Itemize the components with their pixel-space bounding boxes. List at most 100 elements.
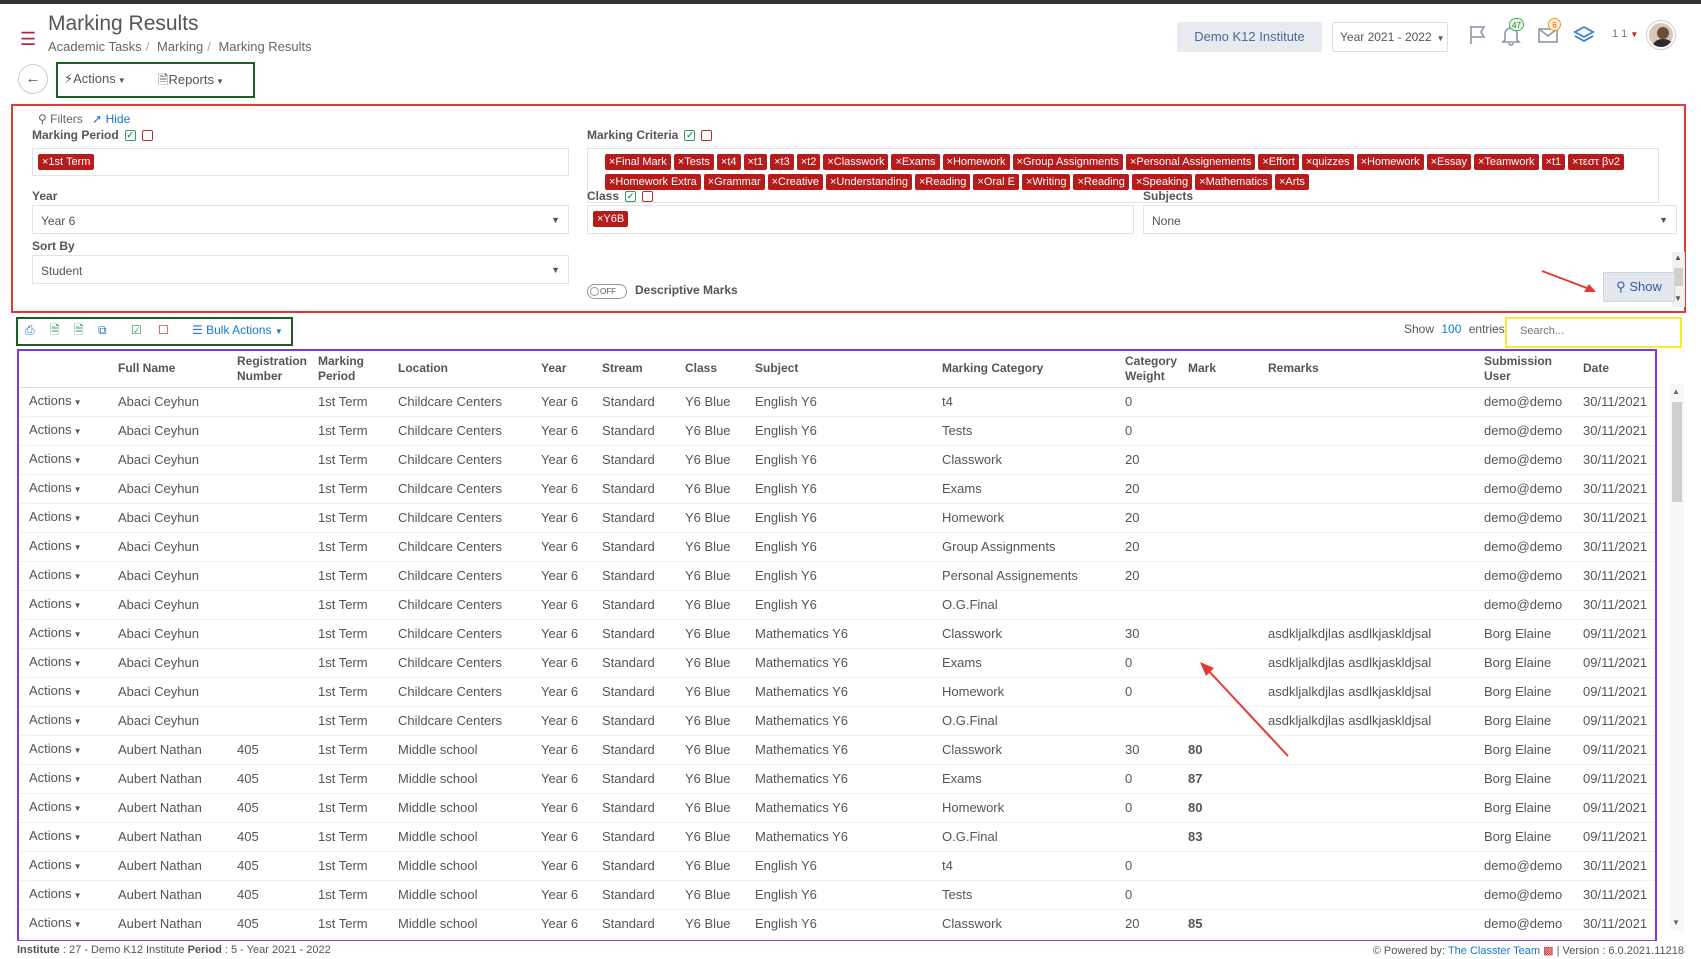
entries-count-select[interactable]: 100 xyxy=(1441,322,1461,336)
marking-period-tag[interactable]: ×1st Term xyxy=(38,154,95,170)
column-header[interactable] xyxy=(19,351,108,388)
marking-criteria-select[interactable]: ×Final Mark ×Tests ×t4 ×t1 ×t3 ×t2 ×Classwork ×… xyxy=(587,148,1659,203)
back-button[interactable]: ← xyxy=(18,64,48,94)
avatar[interactable] xyxy=(1647,21,1675,49)
select-all-checkbox[interactable]: ✓ xyxy=(124,130,136,142)
row-actions-button[interactable]: Actions▼ xyxy=(19,503,108,533)
row-actions-button[interactable]: Actions▼ xyxy=(19,387,108,417)
criteria-tag[interactable]: ×Understanding xyxy=(826,174,912,190)
criteria-tag[interactable]: ×Final Mark xyxy=(605,154,671,170)
criteria-tag[interactable]: ×quizzes xyxy=(1301,154,1354,170)
column-header[interactable]: Mark xyxy=(1178,351,1258,388)
select-all-checkbox[interactable]: ✓ xyxy=(625,191,637,203)
column-header[interactable]: Date xyxy=(1573,351,1655,388)
breadcrumb-item[interactable]: Academic Tasks xyxy=(48,39,142,54)
criteria-tag[interactable]: ×Tests xyxy=(673,154,714,170)
criteria-tag[interactable]: ×Homework Extra xyxy=(605,174,701,190)
column-header[interactable]: Remarks xyxy=(1258,351,1474,388)
column-header[interactable]: Registration Number xyxy=(227,351,308,388)
criteria-tag[interactable]: ×Group Assignments xyxy=(1012,154,1123,170)
column-header[interactable]: Location xyxy=(388,351,531,388)
criteria-tag[interactable]: ×Speaking xyxy=(1131,174,1193,190)
row-actions-button[interactable]: Actions▼ xyxy=(19,822,108,852)
criteria-tag[interactable]: ×Effort xyxy=(1258,154,1299,170)
row-actions-button[interactable]: Actions▼ xyxy=(19,590,108,620)
column-header[interactable]: Submission User xyxy=(1474,351,1573,388)
csv-icon[interactable]: 🗎︎ xyxy=(74,324,84,336)
print-icon[interactable]: ⎙ xyxy=(25,324,35,336)
row-actions-button[interactable]: Actions▼ xyxy=(19,416,108,446)
institute-button[interactable]: Demo K12 Institute xyxy=(1177,22,1322,52)
row-actions-button[interactable]: Actions▼ xyxy=(19,619,108,649)
criteria-tag[interactable]: ×Teamwork xyxy=(1473,154,1539,170)
table-search[interactable] xyxy=(1505,317,1682,348)
row-actions-button[interactable]: Actions▼ xyxy=(19,851,108,881)
show-button[interactable]: ⚲ Show xyxy=(1603,272,1675,302)
criteria-tag[interactable]: ×Writing xyxy=(1022,174,1071,190)
actions-button[interactable]: ⚡︎Actions ▼ xyxy=(64,71,126,87)
class-tag[interactable]: ×Y6B xyxy=(593,211,629,227)
classter-team-link[interactable]: The Classter Team xyxy=(1448,945,1540,957)
descriptive-marks-toggle[interactable]: OFF xyxy=(587,284,627,299)
year-select[interactable]: Year 6 ▼ xyxy=(32,205,569,234)
criteria-tag[interactable]: ×Mathematics xyxy=(1195,174,1272,190)
bulk-actions-button[interactable]: ☰ Bulk Actions ▼ xyxy=(192,324,283,336)
criteria-tag[interactable]: ×t3 xyxy=(770,154,794,170)
row-actions-button[interactable]: Actions▼ xyxy=(19,648,108,678)
criteria-tag[interactable]: ×Personal Assignements xyxy=(1125,154,1256,170)
sort-by-select[interactable]: Student ▼ xyxy=(32,255,569,284)
excel-icon[interactable]: 🗎︎ xyxy=(50,324,60,336)
uncheck-all-icon[interactable]: ☐ xyxy=(158,324,169,336)
criteria-tag[interactable]: ×Oral E xyxy=(973,174,1019,190)
subjects-select[interactable]: None ▼ xyxy=(1143,205,1677,234)
row-actions-button[interactable]: Actions▼ xyxy=(19,706,108,736)
copy-icon[interactable]: ⧉ xyxy=(98,324,107,336)
criteria-tag[interactable]: ×Grammar xyxy=(703,174,765,190)
criteria-tag[interactable]: ×τεστ βν2 xyxy=(1568,154,1624,170)
criteria-tag[interactable]: ×Homework xyxy=(942,154,1010,170)
search-input[interactable] xyxy=(1520,325,1670,337)
layers-icon[interactable] xyxy=(1573,24,1595,46)
table-scrollbar[interactable]: ▲ ▼ xyxy=(1670,384,1684,930)
row-actions-button[interactable]: Actions▼ xyxy=(19,735,108,765)
row-actions-button[interactable]: Actions▼ xyxy=(19,793,108,823)
class-select[interactable]: ×Y6B xyxy=(587,205,1134,234)
hamburger-icon[interactable]: ☰ xyxy=(20,30,36,48)
select-all-checkbox[interactable]: ✓ xyxy=(684,130,696,142)
criteria-tag[interactable]: ×Classwork xyxy=(823,154,889,170)
column-header[interactable]: Marking Period xyxy=(308,351,388,388)
column-header[interactable]: Year xyxy=(531,351,592,388)
criteria-tag[interactable]: ×t4 xyxy=(716,154,741,170)
row-actions-button[interactable]: Actions▼ xyxy=(19,880,108,910)
marking-period-select[interactable]: ×1st Term xyxy=(32,148,569,176)
criteria-tag[interactable]: ×Homework xyxy=(1356,154,1424,170)
breadcrumb-item[interactable]: Marking xyxy=(157,39,203,54)
row-actions-button[interactable]: Actions▼ xyxy=(19,909,108,939)
criteria-tag[interactable]: ×Creative xyxy=(767,174,823,190)
criteria-tag[interactable]: ×Exams xyxy=(891,154,940,170)
criteria-tag[interactable]: ×Arts xyxy=(1274,174,1309,190)
hide-filters-link[interactable]: ➚ Hide xyxy=(92,112,130,126)
row-actions-button[interactable]: Actions▼ xyxy=(19,445,108,475)
year-selector[interactable]: Year 2021 - 2022 ▼ xyxy=(1332,22,1448,52)
column-header[interactable]: Category Weight xyxy=(1115,351,1178,388)
deselect-all-checkbox[interactable] xyxy=(701,130,713,142)
row-actions-button[interactable]: Actions▼ xyxy=(19,474,108,504)
column-header[interactable]: Stream xyxy=(592,351,675,388)
deselect-all-checkbox[interactable] xyxy=(642,191,654,203)
column-header[interactable]: Marking Category xyxy=(932,351,1115,388)
row-actions-button[interactable]: Actions▼ xyxy=(19,561,108,591)
row-actions-button[interactable]: Actions▼ xyxy=(19,764,108,794)
flag-icon[interactable] xyxy=(1467,24,1489,46)
deselect-all-checkbox[interactable] xyxy=(141,130,153,142)
criteria-tag[interactable]: ×t1 xyxy=(1541,154,1566,170)
check-all-icon[interactable]: ☑ xyxy=(131,324,142,336)
column-header[interactable]: Class xyxy=(675,351,745,388)
scrollbar-thumb[interactable] xyxy=(1672,402,1682,502)
criteria-tag[interactable]: ×Essay xyxy=(1426,154,1471,170)
column-header[interactable]: Subject xyxy=(745,351,932,388)
row-actions-button[interactable]: Actions▼ xyxy=(19,677,108,707)
row-actions-button[interactable]: Actions▼ xyxy=(19,532,108,562)
criteria-tag[interactable]: ×Reading xyxy=(1073,174,1129,190)
reports-button[interactable]: 🗎︎Reports ▼ xyxy=(158,71,224,93)
